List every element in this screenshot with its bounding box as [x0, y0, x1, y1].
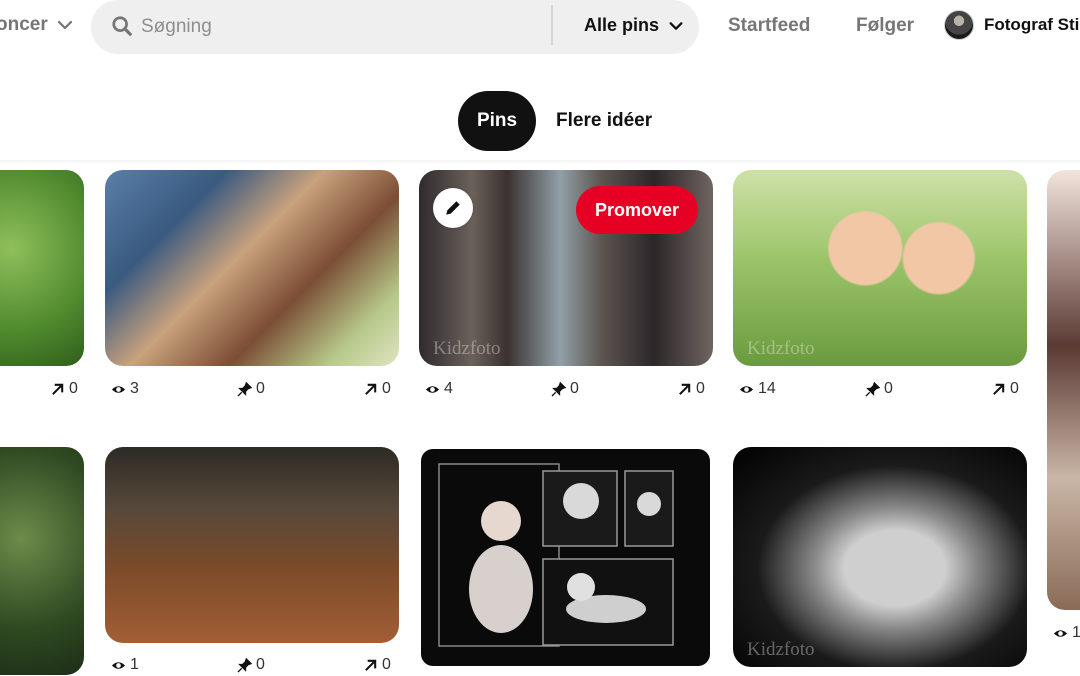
arrow-up-right-icon — [52, 383, 64, 395]
eye-icon — [739, 385, 754, 393]
pin-stats: 4 0 0 — [419, 380, 713, 400]
clicks-stat: 0 — [677, 380, 705, 398]
views-count: 4 — [444, 380, 453, 397]
pin-image[interactable]: Kidzfoto Promover — [419, 170, 713, 366]
views-stat: 3 — [111, 380, 139, 398]
profile-name: Fotograf Sti — [984, 15, 1080, 34]
eye-icon — [1053, 629, 1068, 637]
chevron-down-icon — [669, 21, 683, 30]
clicks-count: 0 — [696, 380, 705, 397]
tab-more-ideas[interactable]: Flere idéer — [536, 91, 672, 151]
views-count: 1 — [1072, 624, 1080, 641]
clicks-stat: 0 — [363, 656, 391, 674]
saves-stat: 0 — [237, 656, 265, 674]
promote-button[interactable]: Promover — [576, 186, 698, 234]
clicks-stat: 0 — [363, 380, 391, 398]
profile-link[interactable]: Fotograf Sti — [944, 10, 1079, 40]
pin-image[interactable] — [0, 170, 84, 366]
left-nav-label: oncer — [0, 14, 48, 35]
collage-frames — [438, 463, 674, 647]
saves-count: 0 — [884, 380, 893, 397]
pin-stats: 14 0 0 — [733, 380, 1027, 400]
pin-icon — [865, 381, 880, 397]
tabs-divider — [0, 160, 1080, 164]
clicks-count: 0 — [382, 656, 391, 673]
pin-stats: 1 0 0 — [105, 656, 399, 676]
tab-pins[interactable]: Pins — [458, 91, 536, 151]
watermark: Kidzfoto — [433, 338, 501, 359]
saves-count: 0 — [570, 380, 579, 397]
views-count: 1 — [130, 656, 139, 673]
views-stat: 4 — [425, 380, 453, 398]
pin-image[interactable]: Kidzfoto — [733, 447, 1027, 667]
views-stat: 1 — [111, 656, 139, 674]
edit-pin-button[interactable] — [433, 188, 473, 228]
chevron-down-icon — [57, 20, 72, 30]
nav-following[interactable]: Følger — [856, 15, 914, 37]
search-scope-label: Alle pins — [584, 15, 660, 35]
arrow-up-right-icon — [993, 383, 1005, 395]
views-count: 14 — [758, 380, 776, 397]
pin-icon — [237, 381, 252, 397]
arrow-up-right-icon — [679, 383, 691, 395]
views-stat: 1 — [1053, 624, 1080, 642]
clicks-stat: 0 — [991, 380, 1019, 398]
eye-icon — [425, 385, 440, 393]
eye-icon — [111, 661, 126, 669]
watermark: Kidzfoto — [747, 639, 815, 660]
pin-image[interactable] — [105, 170, 399, 366]
views-stat: 14 — [739, 380, 776, 398]
search-icon — [112, 16, 132, 36]
search-input[interactable] — [141, 12, 621, 42]
clicks-count: 0 — [382, 380, 391, 397]
pin-image[interactable] — [0, 447, 84, 675]
arrow-up-right-icon — [365, 659, 377, 671]
pin-image[interactable] — [1047, 170, 1080, 610]
clicks-count: 0 — [69, 380, 78, 397]
pencil-icon — [446, 201, 460, 215]
pin-image[interactable] — [421, 449, 710, 666]
left-nav-dropdown[interactable]: oncer — [0, 14, 74, 36]
pin-image[interactable] — [105, 447, 399, 643]
pin-stats: 3 0 0 — [105, 380, 399, 400]
saves-stat: 0 — [551, 380, 579, 398]
saves-count: 0 — [256, 656, 265, 673]
search-scope-dropdown[interactable]: Alle pins — [584, 15, 684, 36]
views-count: 3 — [130, 380, 139, 397]
clicks-count: 0 — [1010, 380, 1019, 397]
saves-stat: 0 — [865, 380, 893, 398]
eye-icon — [111, 385, 126, 393]
pin-image[interactable]: Kidzfoto — [733, 170, 1027, 366]
clicks-stat: 0 — [50, 380, 78, 398]
pin-stats: 0 — [0, 380, 84, 400]
saves-stat: 0 — [237, 380, 265, 398]
nav-startfeed[interactable]: Startfeed — [728, 15, 810, 37]
arrow-up-right-icon — [365, 383, 377, 395]
saves-count: 0 — [256, 380, 265, 397]
profile-tabs: Pins Flere idéer — [458, 91, 672, 151]
watermark: Kidzfoto — [747, 338, 815, 359]
search-divider — [551, 5, 553, 45]
avatar — [944, 10, 974, 40]
pin-stats: 1 — [1047, 624, 1080, 644]
search-bar: Alle pins — [91, 0, 699, 54]
pin-icon — [237, 657, 252, 673]
pin-icon — [551, 381, 566, 397]
top-bar: oncer Alle pins Startfeed Følger Fotogra… — [0, 0, 1080, 56]
